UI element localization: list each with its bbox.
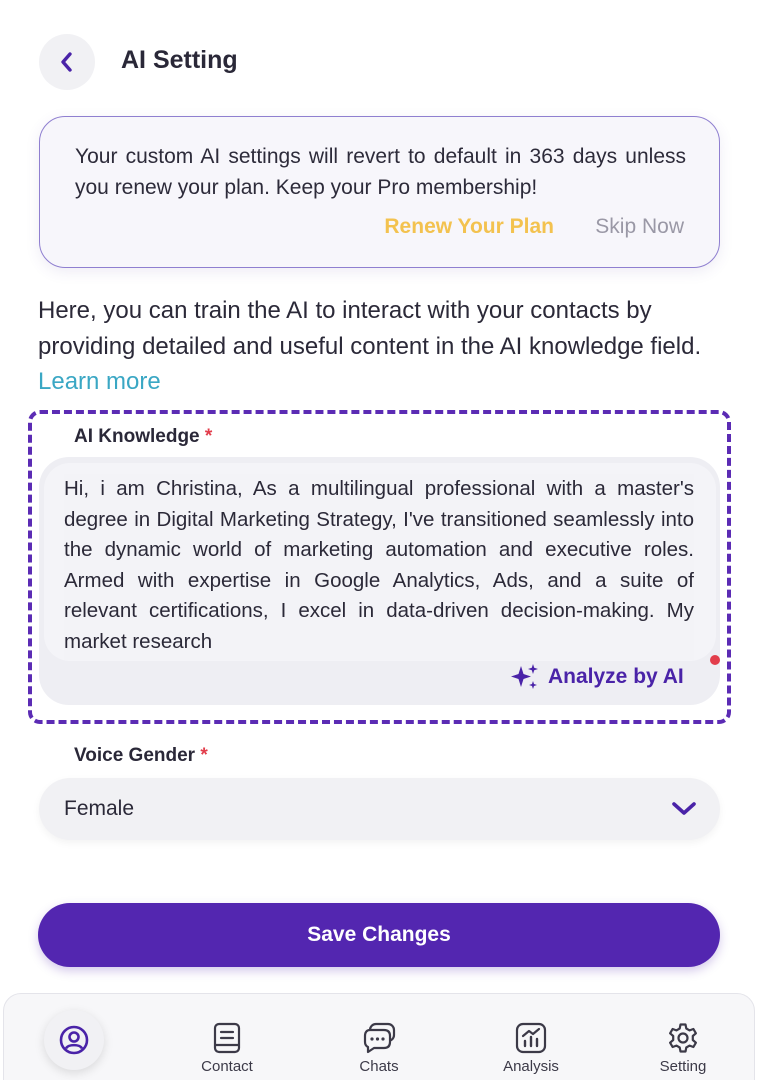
voice-gender-label: Voice Gender * [74, 745, 208, 766]
nav-item-chats[interactable]: Chats [324, 1022, 434, 1075]
nav-label-chats: Chats [359, 1058, 399, 1075]
nav-item-analysis[interactable]: Analysis [476, 1022, 586, 1075]
required-mark: * [200, 745, 208, 766]
renewal-notice-card: Your custom AI settings will revert to d… [39, 116, 720, 268]
chat-bubbles-icon [363, 1022, 396, 1054]
contact-book-icon [213, 1022, 241, 1054]
ai-knowledge-textarea[interactable]: Hi, i am Christina, As a multilingual pr… [64, 474, 694, 660]
nav-item-contact[interactable]: Contact [172, 1022, 282, 1075]
nav-label-analysis: Analysis [503, 1058, 559, 1075]
user-avatar-icon [59, 1025, 89, 1055]
page-title: AI Setting [121, 46, 238, 74]
nav-label-setting: Setting [659, 1058, 707, 1075]
nav-item-setting[interactable]: Setting [628, 1022, 738, 1075]
notification-dot [710, 655, 720, 665]
intro-paragraph: Here, you can train the AI to interact w… [38, 293, 728, 400]
learn-more-link[interactable]: Learn more [38, 368, 161, 395]
chevron-down-icon [672, 802, 696, 815]
voice-gender-value: Female [64, 797, 135, 820]
analyze-by-ai-button[interactable]: Analyze by AI [508, 662, 684, 692]
analysis-chart-icon [515, 1022, 547, 1054]
nav-profile-button[interactable] [44, 1010, 104, 1070]
save-changes-button[interactable]: Save Changes [38, 903, 720, 967]
ai-knowledge-label: AI Knowledge * [74, 426, 213, 447]
back-button[interactable] [39, 34, 95, 90]
renewal-notice-text: Your custom AI settings will revert to d… [75, 145, 686, 199]
sparkle-icon [511, 664, 538, 689]
nav-label-contact: Contact [201, 1058, 253, 1075]
analyze-label: Analyze by AI [548, 665, 684, 688]
ai-setting-page: AI Setting Your custom AI settings will … [0, 0, 760, 1080]
voice-gender-select[interactable]: Female [39, 778, 720, 840]
skip-now-link[interactable]: Skip Now [595, 215, 684, 239]
renew-plan-link[interactable]: Renew Your Plan [384, 215, 554, 239]
intro-text: Here, you can train the AI to interact w… [38, 297, 702, 360]
required-mark: * [204, 426, 213, 447]
chevron-left-icon [61, 52, 72, 72]
gear-icon [669, 1023, 697, 1053]
